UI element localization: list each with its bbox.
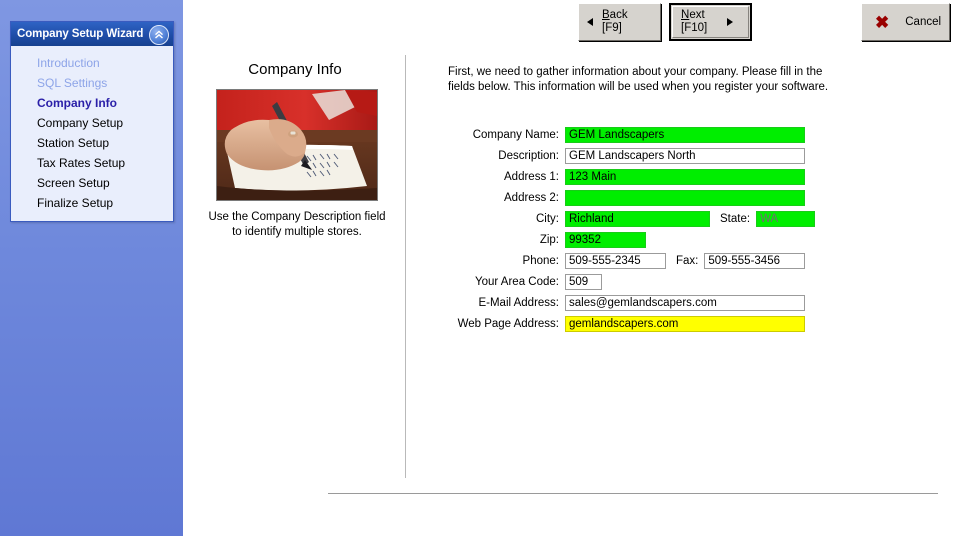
phone-label: Phone: (522, 254, 559, 267)
page-title: Company Info (248, 61, 342, 78)
row-description: Description: GEM Landscapers North (440, 145, 820, 166)
intro-text: First, we need to gather information abo… (448, 66, 829, 93)
next-button-key: [F10] (681, 22, 708, 34)
vertical-divider (405, 55, 406, 478)
wizard-title: Company Setup Wizard (17, 28, 144, 40)
hand-writing-on-notepad-photo (216, 89, 378, 201)
cancel-button-label: Cancel (905, 16, 942, 28)
arrow-left-icon (587, 18, 593, 26)
fax-label: Fax: (676, 254, 699, 267)
fax-input[interactable]: 509-555-3456 (704, 252, 806, 269)
city-input[interactable]: Richland (565, 210, 710, 227)
area-code-label: Your Area Code: (475, 275, 559, 288)
description-label: Description: (498, 149, 559, 162)
next-button-label: Next (681, 9, 705, 21)
email-label: E-Mail Address: (478, 296, 559, 309)
description-input[interactable]: GEM Landscapers North (565, 147, 805, 164)
back-button-label: Back (602, 9, 628, 21)
phone-input[interactable]: 509-555-2345 (565, 252, 666, 269)
row-web: Web Page Address: gemlandscapers.com (440, 313, 820, 334)
back-button[interactable]: Back [F9] (578, 3, 661, 41)
sidebar-item-company-info[interactable]: Company Info (11, 93, 173, 113)
photo-caption: Use the Company Description field to ide… (208, 211, 386, 238)
sidebar-item-company-setup[interactable]: Company Setup (11, 113, 173, 133)
sidebar-item-screen-setup[interactable]: Screen Setup (11, 173, 173, 193)
state-input[interactable]: WA (756, 210, 816, 227)
sidebar-item-introduction[interactable]: Introduction (11, 53, 173, 73)
red-x-icon: ✖ (875, 12, 890, 32)
area-code-input[interactable]: 509 (565, 273, 602, 290)
row-city-state: City: Richland State: WA (440, 208, 820, 229)
web-input[interactable]: gemlandscapers.com (565, 315, 805, 332)
next-button[interactable]: Next [F10] (669, 3, 752, 41)
address1-input[interactable]: 123 Main (565, 168, 805, 185)
row-area-code: Your Area Code: 509 (440, 271, 820, 292)
zip-input[interactable]: 99352 (565, 231, 646, 248)
address2-label: Address 2: (504, 191, 559, 204)
zip-label: Zip: (539, 233, 559, 246)
sidebar-item-station-setup[interactable]: Station Setup (11, 133, 173, 153)
row-company-name: Company Name: GEM Landscapers (440, 124, 820, 145)
wizard-sidebar: Company Setup Wizard Introduction SQL Se… (0, 0, 183, 536)
state-label: State: (720, 212, 751, 225)
wizard-step-list: Introduction SQL Settings Company Info C… (11, 46, 173, 221)
company-name-label: Company Name: (472, 128, 559, 141)
sidebar-item-tax-rates-setup[interactable]: Tax Rates Setup (11, 153, 173, 173)
row-email: E-Mail Address: sales@gemlandscapers.com (440, 292, 820, 313)
address1-label: Address 1: (504, 170, 559, 183)
email-input[interactable]: sales@gemlandscapers.com (565, 294, 805, 311)
web-label: Web Page Address: (457, 317, 559, 330)
row-zip: Zip: 99352 (440, 229, 820, 250)
company-info-form: Company Name: GEM Landscapers Descriptio… (440, 124, 820, 334)
address2-input[interactable] (565, 189, 805, 206)
row-address2: Address 2: (440, 187, 820, 208)
sidebar-item-sql-settings[interactable]: SQL Settings (11, 73, 173, 93)
bottom-divider (328, 493, 938, 494)
wizard-panel: Company Setup Wizard Introduction SQL Se… (10, 21, 174, 222)
cancel-button[interactable]: ✖ Cancel (861, 3, 950, 41)
back-button-key: [F9] (602, 22, 622, 34)
wizard-header: Company Setup Wizard (11, 22, 173, 46)
company-name-input[interactable]: GEM Landscapers (565, 126, 805, 143)
row-phone-fax: Phone: 509-555-2345 Fax: 509-555-3456 (440, 250, 820, 271)
arrow-right-icon (727, 18, 734, 26)
city-label: City: (536, 212, 559, 225)
chevron-double-up-icon[interactable] (149, 25, 169, 45)
row-address1: Address 1: 123 Main (440, 166, 820, 187)
sidebar-item-finalize-setup[interactable]: Finalize Setup (11, 193, 173, 213)
